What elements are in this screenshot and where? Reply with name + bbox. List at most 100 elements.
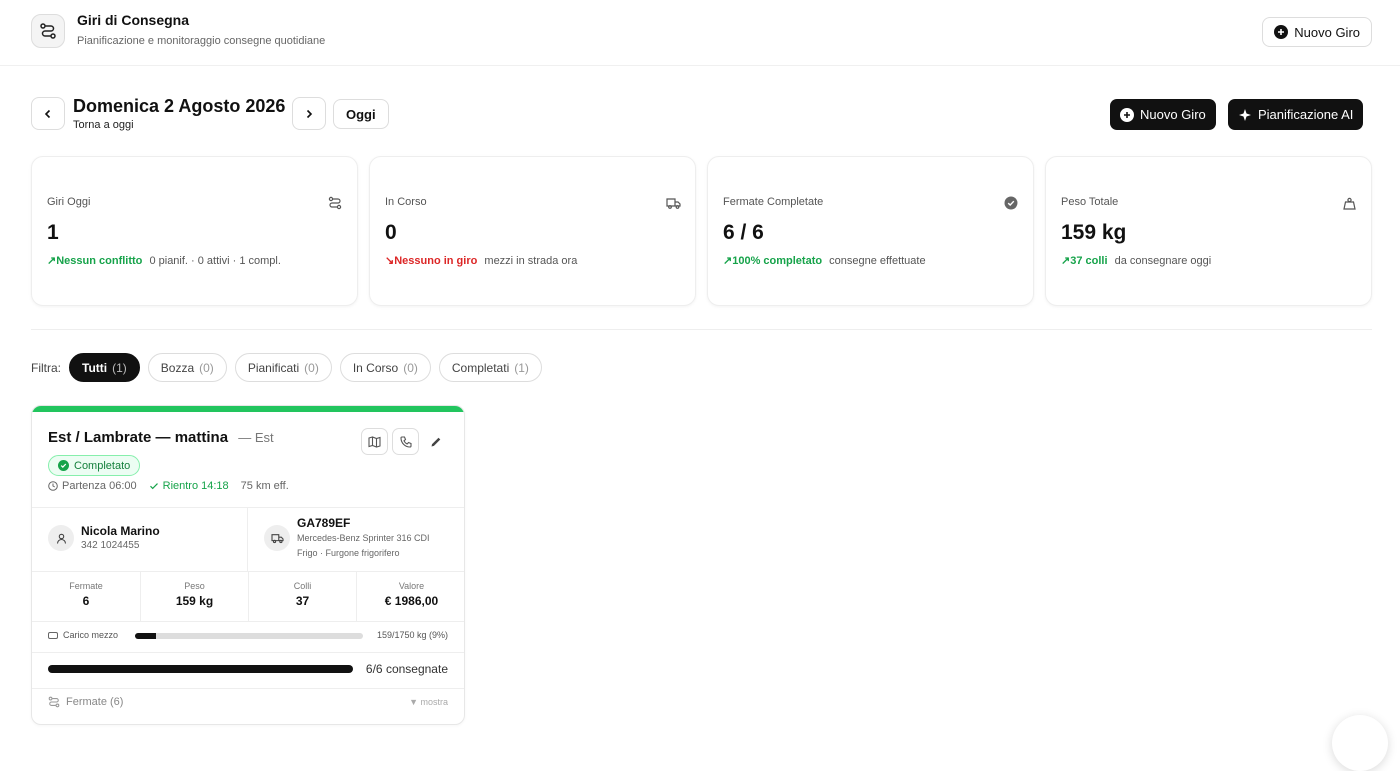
tour-zone: — Est: [238, 430, 274, 445]
vehicle-plate: GA789EF: [297, 516, 351, 530]
filter-chip-draft[interactable]: Bozza (0): [147, 353, 227, 382]
return-info: Rientro 14:18: [149, 480, 229, 492]
filter-chip-label: Bozza: [160, 360, 195, 375]
top-bar: Giri di Consegna Pianificazione e monito…: [0, 0, 1400, 66]
tour-meta: Partenza 06:00 Rientro 14:18 75 km eff.: [48, 480, 289, 492]
current-date: Domenica 2 Agosto 2026: [73, 96, 286, 116]
check-circle-icon: [58, 460, 69, 471]
filter-chip-all[interactable]: Tutti (1): [69, 353, 140, 382]
prev-day-button[interactable]: [31, 97, 65, 130]
check-circle-icon: [1003, 195, 1019, 211]
kpi-note: mezzi in strada ora: [484, 255, 578, 267]
new-tour-header-button[interactable]: Nuovo Giro: [1262, 17, 1372, 47]
tour-card[interactable]: Est / Lambrate — mattina — Est Completat…: [31, 405, 465, 725]
driver-phone: 342 1024455: [81, 540, 140, 551]
route-icon: [31, 14, 65, 48]
driver-avatar: [48, 525, 74, 551]
vehicle-type: Frigo · Furgone frigorifero: [297, 548, 400, 558]
stat-stops: Fermate 6: [32, 571, 140, 621]
stat-value: € 1986,00: [384, 594, 439, 608]
new-tour-header-label: Nuovo Giro: [1294, 24, 1360, 40]
stat-weight: Peso 159 kg: [140, 571, 248, 621]
kpi-card-stops-completed: Fermate Completate 6 / 6 ↗100% completat…: [707, 156, 1034, 306]
filter-chip-label: Completati: [451, 360, 510, 375]
vehicle-model: Mercedes-Benz Sprinter 316 CDI: [297, 533, 430, 543]
kpi-trend: ↗37 colli: [1061, 255, 1108, 267]
route-icon: [327, 195, 343, 211]
ai-planning-label: Pianificazione AI: [1258, 107, 1354, 122]
filter-bar: Filtra: Tutti (1) Bozza (0) Pianificati …: [31, 353, 542, 382]
tour-name: Est / Lambrate — mattina: [48, 429, 229, 446]
kpi-footer: ↗Nessun conflitto 0 pianif. · 0 attivi ·…: [47, 254, 281, 267]
kpi-value: 6 / 6: [723, 221, 764, 244]
kpi-value: 0: [385, 221, 397, 244]
plus-circle-icon: [1274, 25, 1289, 39]
stat-label: Colli: [293, 581, 312, 591]
filter-chip-count: (1): [514, 360, 529, 375]
kpi-note: 0 pianif. · 0 attivi · 1 compl.: [149, 255, 281, 267]
status-accent-bar: [32, 406, 464, 412]
load-label: Carico mezzo: [48, 630, 118, 640]
kpi-card-total-weight: Peso Totale 159 kg ↗37 colli da consegna…: [1045, 156, 1372, 306]
stat-packages: Colli 37: [248, 571, 356, 621]
filter-chip-count: (1): [112, 360, 127, 375]
return-time: Rientro 14:18: [162, 480, 229, 492]
route-icon: [48, 696, 60, 708]
stops-header[interactable]: Fermate (6): [48, 696, 123, 708]
distance: 75 km eff.: [240, 480, 289, 492]
load-bar: [135, 633, 363, 639]
kpi-note: consegne effettuate: [829, 255, 926, 267]
check-icon: [149, 483, 158, 490]
kpi-label: Fermate Completate: [723, 196, 824, 208]
filter-chip-count: (0): [304, 360, 319, 375]
map-button[interactable]: [361, 428, 388, 455]
next-day-button[interactable]: [292, 97, 326, 130]
back-to-today-link[interactable]: Torna a oggi: [73, 119, 134, 131]
stops-label-text: Fermate (6): [66, 696, 124, 708]
load-value: 159/1750 kg (9%): [376, 630, 448, 640]
tour-title: Est / Lambrate — mattina — Est: [48, 429, 274, 446]
departure-info: Partenza 06:00: [48, 480, 137, 492]
kpi-value: 159 kg: [1061, 221, 1127, 244]
load-label-text: Carico mezzo: [63, 630, 119, 640]
column-divider: [247, 508, 248, 572]
departure-time: Partenza 06:00: [62, 480, 137, 492]
stat-value-total: Valore € 1986,00: [356, 571, 464, 621]
driver-name: Nicola Marino: [81, 524, 160, 538]
clock-icon: [48, 481, 58, 491]
kpi-footer: ↘Nessuno in giro mezzi in strada ora: [385, 254, 577, 267]
filter-chip-label: Pianificati: [247, 360, 300, 375]
stat-label: Peso: [184, 581, 205, 591]
today-button[interactable]: Oggi: [333, 99, 389, 129]
stat-value: 6: [82, 594, 90, 608]
chevron-right-icon: [306, 109, 313, 118]
floating-action-button[interactable]: [1332, 715, 1388, 771]
kpi-footer: ↗100% completato consegne effettuate: [723, 254, 926, 267]
kpi-card-tours-today: Giri Oggi 1 ↗Nessun conflitto 0 pianif. …: [31, 156, 358, 306]
stat-value: 159 kg: [175, 594, 214, 608]
filter-chip-in-progress[interactable]: In Corso (0): [339, 353, 431, 382]
filter-chip-completed[interactable]: Completati (1): [438, 353, 542, 382]
map-icon: [368, 435, 381, 448]
delivery-progress-label: 6/6 consegnate: [365, 662, 448, 676]
filter-chip-label: In Corso: [352, 360, 399, 375]
filter-chip-planned[interactable]: Pianificati (0): [234, 353, 332, 382]
kpi-label: Giri Oggi: [47, 196, 91, 208]
vehicle-avatar: [264, 525, 290, 551]
filter-label: Filtra:: [31, 360, 61, 375]
stat-label: Valore: [398, 581, 425, 591]
edit-button[interactable]: [427, 433, 444, 450]
truck-icon: [270, 533, 284, 543]
call-button[interactable]: [392, 428, 419, 455]
kpi-footer: ↗37 colli da consegnare oggi: [1061, 254, 1211, 267]
user-icon: [56, 533, 66, 544]
sparkle-icon: [1239, 108, 1251, 121]
kpi-trend: ↗100% completato: [723, 255, 823, 267]
show-stops-toggle[interactable]: ▼ mostra: [409, 697, 448, 707]
kpi-label: Peso Totale: [1061, 196, 1119, 208]
ai-planning-button[interactable]: Pianificazione AI: [1228, 99, 1364, 130]
new-tour-button[interactable]: Nuovo Giro: [1110, 99, 1216, 130]
delivery-progress-bar: [48, 665, 353, 673]
phone-icon: [399, 435, 412, 448]
status-label: Completato: [74, 459, 131, 472]
